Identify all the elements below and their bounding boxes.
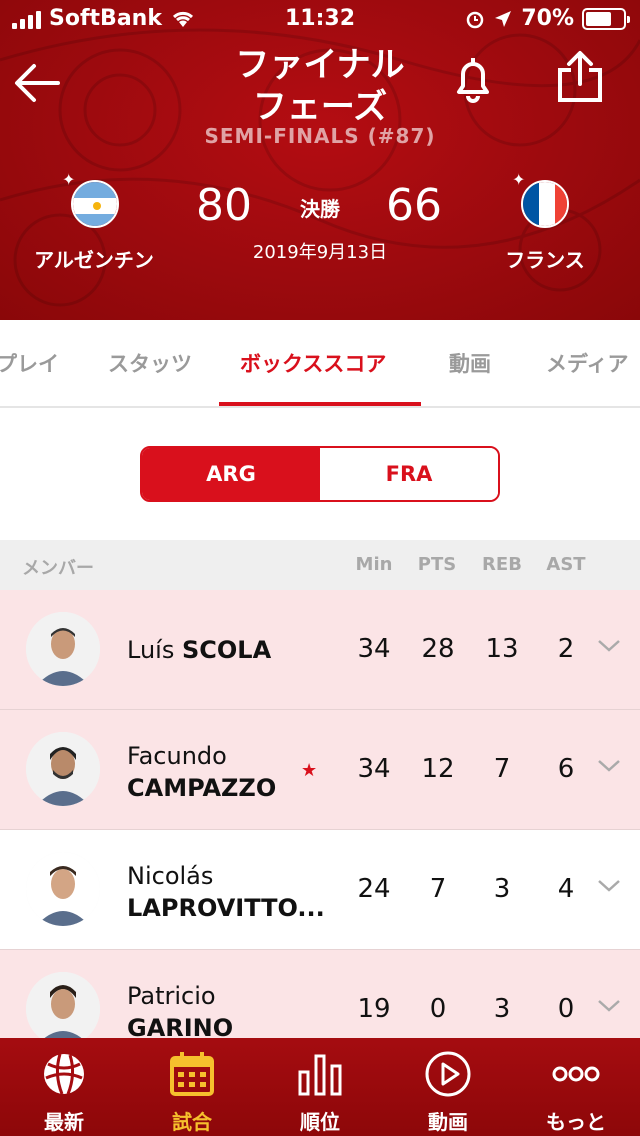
table-row[interactable]: Facundo CAMPAZZO ★ 34 12 7 6 bbox=[0, 710, 640, 830]
nav-standings[interactable]: 順位 bbox=[256, 1038, 384, 1136]
home-score: 80 bbox=[196, 180, 252, 231]
header-pts: PTS bbox=[417, 554, 457, 575]
nav-label: もっと bbox=[546, 1110, 606, 1134]
stat-pts: 12 bbox=[421, 754, 455, 784]
stat-reb: 3 bbox=[493, 874, 511, 904]
nav-video[interactable]: 動画 bbox=[384, 1038, 512, 1136]
bell-icon[interactable] bbox=[446, 52, 500, 106]
player-avatar bbox=[26, 732, 100, 806]
stat-pts: 28 bbox=[421, 634, 455, 664]
tab-media[interactable]: メディア bbox=[546, 348, 629, 378]
header-member: メンバー bbox=[22, 558, 94, 579]
nav-label: 試合 bbox=[172, 1110, 212, 1134]
tab-play[interactable]: プレイ bbox=[0, 348, 59, 378]
away-team-name: フランス bbox=[505, 248, 585, 272]
stat-pts: 7 bbox=[429, 874, 447, 904]
tab-video[interactable]: 動画 bbox=[449, 348, 491, 378]
table-row[interactable]: Nicolás LAPROVITTO... 24 7 3 4 bbox=[0, 830, 640, 950]
player-avatar bbox=[26, 852, 100, 926]
chevron-down-icon[interactable] bbox=[596, 878, 622, 894]
tab-boxscore[interactable]: ボックススコア bbox=[240, 348, 386, 378]
alarm-icon bbox=[467, 11, 484, 28]
player-last-name: CAMPAZZO bbox=[127, 774, 277, 802]
battery-fill bbox=[586, 11, 612, 26]
argentina-flag bbox=[71, 180, 119, 228]
title-line-1: ファイナル bbox=[235, 45, 405, 85]
stat-ast: 0 bbox=[557, 994, 575, 1024]
player-name: Patricio GARINO bbox=[127, 980, 327, 1044]
stat-min: 19 bbox=[357, 994, 391, 1024]
stat-ast: 2 bbox=[557, 634, 575, 664]
match-header: SoftBank 11:32 70% ファイナル フェーズ SEMI-FINAL… bbox=[0, 0, 640, 320]
battery-percent: 70% bbox=[521, 6, 574, 31]
header-min: Min bbox=[355, 554, 393, 575]
nav-matches[interactable]: 試合 bbox=[128, 1038, 256, 1136]
stat-ast: 6 bbox=[557, 754, 575, 784]
tab-bar: プレイ スタッツ ボックススコア 動画 メディア bbox=[0, 320, 640, 408]
player-name: Nicolás LAPROVITTO... bbox=[127, 860, 327, 924]
table-header: メンバー Min PTS REB AST bbox=[0, 540, 640, 590]
away-score: 66 bbox=[386, 180, 442, 231]
player-first-name: Facundo bbox=[127, 742, 227, 770]
player-first-name: Luís bbox=[127, 636, 175, 664]
nav-label: 動画 bbox=[428, 1110, 468, 1134]
chevron-down-icon[interactable] bbox=[596, 998, 622, 1014]
player-first-name: Nicolás bbox=[127, 862, 214, 890]
sparkle-icon: ✦ bbox=[62, 170, 76, 189]
sparkle-icon: ✦ bbox=[512, 170, 526, 189]
player-name: Facundo CAMPAZZO bbox=[127, 740, 327, 804]
match-stage: 決勝 bbox=[300, 197, 340, 221]
nav-latest[interactable]: 最新 bbox=[0, 1038, 128, 1136]
tab-stats[interactable]: スタッツ bbox=[108, 348, 192, 378]
stat-pts: 0 bbox=[429, 994, 447, 1024]
player-last-name: SCOLA bbox=[181, 636, 272, 664]
title-line-2: フェーズ bbox=[252, 87, 388, 127]
stat-reb: 3 bbox=[493, 994, 511, 1024]
stat-min: 34 bbox=[357, 754, 391, 784]
home-team-name: アルゼンチン bbox=[34, 248, 154, 272]
team-toggle: ARG FRA bbox=[140, 446, 500, 502]
bar-chart-icon bbox=[298, 1054, 342, 1096]
chevron-down-icon[interactable] bbox=[596, 758, 622, 774]
nav-more[interactable]: もっと bbox=[512, 1038, 640, 1136]
stat-reb: 7 bbox=[493, 754, 511, 784]
more-icon bbox=[552, 1066, 600, 1082]
nav-label: 最新 bbox=[44, 1110, 84, 1134]
back-arrow-icon[interactable] bbox=[12, 58, 62, 108]
chevron-down-icon[interactable] bbox=[596, 638, 622, 654]
bottom-nav: 最新 試合 順位 動画 もっと bbox=[0, 1038, 640, 1136]
nav-label: 順位 bbox=[300, 1110, 340, 1134]
toggle-fra[interactable]: FRA bbox=[320, 448, 498, 500]
stat-ast: 4 bbox=[557, 874, 575, 904]
player-avatar bbox=[26, 612, 100, 686]
player-first-name: Patricio bbox=[127, 982, 216, 1010]
match-date: 2019年9月13日 bbox=[252, 242, 388, 263]
france-flag bbox=[521, 180, 569, 228]
stat-reb: 13 bbox=[485, 634, 519, 664]
round-subtitle: SEMI-FINALS (#87) bbox=[204, 124, 436, 148]
active-tab-indicator bbox=[219, 402, 421, 406]
header-reb: REB bbox=[482, 554, 522, 575]
stat-min: 34 bbox=[357, 634, 391, 664]
toggle-arg[interactable]: ARG bbox=[142, 448, 320, 500]
location-icon bbox=[495, 10, 512, 27]
basketball-icon bbox=[44, 1053, 84, 1095]
battery-icon bbox=[582, 7, 630, 30]
page-title: ファイナル フェーズ bbox=[170, 44, 470, 128]
stat-min: 24 bbox=[357, 874, 391, 904]
play-icon bbox=[425, 1051, 471, 1097]
table-row[interactable]: Luís SCOLA 34 28 13 2 bbox=[0, 590, 640, 710]
calendar-icon bbox=[170, 1052, 214, 1096]
player-name: Luís SCOLA bbox=[127, 634, 327, 666]
star-icon: ★ bbox=[301, 760, 318, 781]
header-ast: AST bbox=[546, 554, 586, 575]
status-bar: SoftBank 11:32 70% bbox=[0, 0, 640, 40]
player-avatar bbox=[26, 972, 100, 1046]
player-last-name: LAPROVITTO... bbox=[127, 894, 325, 922]
share-icon[interactable] bbox=[552, 48, 608, 106]
